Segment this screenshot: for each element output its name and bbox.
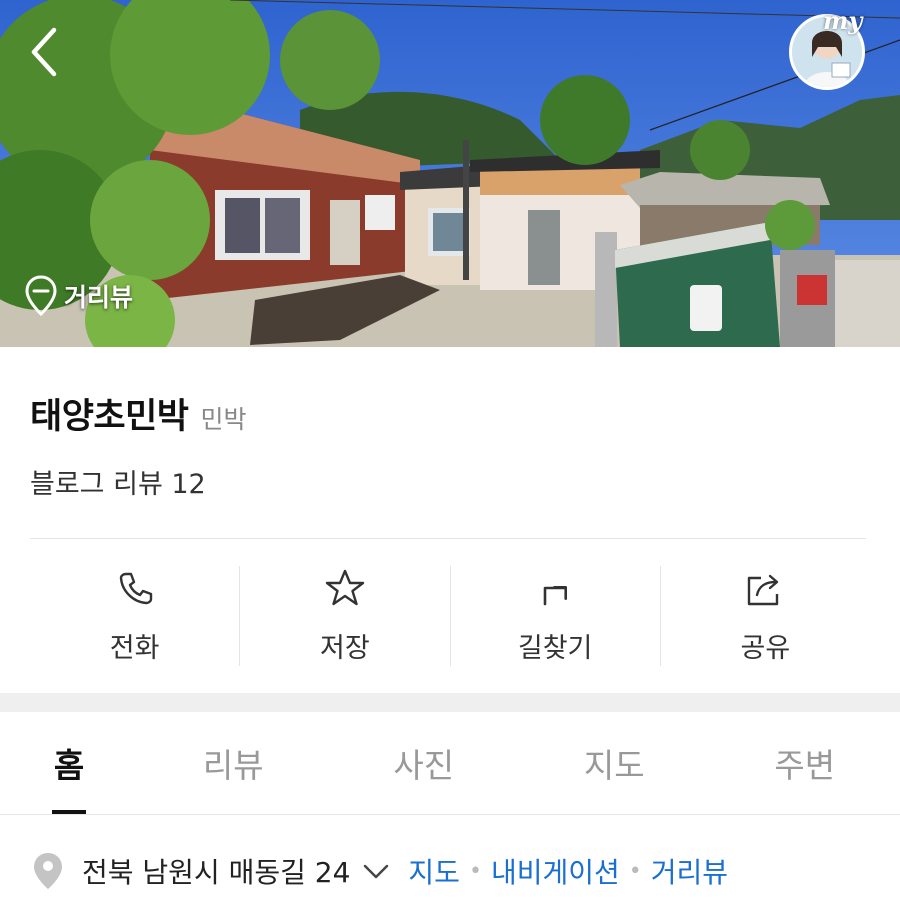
streetview-link[interactable]: 거리뷰 — [651, 851, 728, 891]
tab-home[interactable]: 홈 — [0, 712, 138, 814]
tabs-divider — [0, 814, 900, 815]
tab-bar: 홈 리뷰 사진 지도 주변 — [0, 712, 900, 814]
section-separator — [0, 693, 900, 712]
call-label: 전화 — [109, 633, 160, 664]
separator-dot: • — [468, 858, 482, 884]
share-label: 공유 — [740, 633, 791, 664]
title-row: 태양초민박 민박 — [30, 388, 247, 439]
tab-photos[interactable]: 사진 — [329, 712, 520, 814]
location-pin-icon — [25, 275, 57, 317]
directions-button[interactable]: 길찾기 — [449, 566, 660, 666]
tab-reviews[interactable]: 리뷰 — [138, 712, 329, 814]
place-category: 민박 — [200, 405, 247, 434]
share-icon — [748, 574, 779, 606]
review-summary-link[interactable]: 블로그 리뷰 12 — [30, 462, 206, 501]
streetview-button[interactable]: 거리뷰 — [24, 274, 133, 318]
divider — [30, 538, 866, 539]
save-label: 저장 — [320, 633, 370, 664]
directions-arrow-icon — [543, 585, 568, 606]
chevron-down-icon[interactable] — [362, 861, 390, 881]
map-pin-icon — [34, 853, 62, 889]
streetview-label: 거리뷰 — [64, 283, 134, 312]
my-badge: my — [823, 6, 863, 35]
directions-label: 길찾기 — [517, 633, 593, 664]
address-row: 전북 남원시 매동길 24 지도 • 내비게이션 • 거리뷰 — [32, 848, 728, 894]
tab-map[interactable]: 지도 — [519, 712, 710, 814]
share-button[interactable]: 공유 — [659, 566, 870, 666]
navigation-link[interactable]: 내비게이션 — [491, 851, 620, 891]
star-icon — [325, 569, 365, 606]
save-button[interactable]: 저장 — [239, 566, 449, 666]
tab-nearby[interactable]: 주변 — [710, 712, 900, 814]
call-button[interactable]: 전화 — [30, 566, 239, 666]
separator-dot: • — [628, 858, 642, 884]
chevron-left-icon — [31, 27, 57, 77]
back-button[interactable] — [24, 22, 68, 82]
address-text: 전북 남원시 매동길 24 — [82, 856, 351, 889]
map-link[interactable]: 지도 — [408, 851, 460, 891]
place-name: 태양초민박 — [30, 397, 189, 437]
street-scene-illustration — [0, 0, 900, 347]
action-bar: 전화 저장 길찾기 공유 — [30, 566, 870, 666]
street-photo[interactable]: my 거리뷰 — [0, 0, 900, 347]
phone-icon — [119, 572, 152, 605]
